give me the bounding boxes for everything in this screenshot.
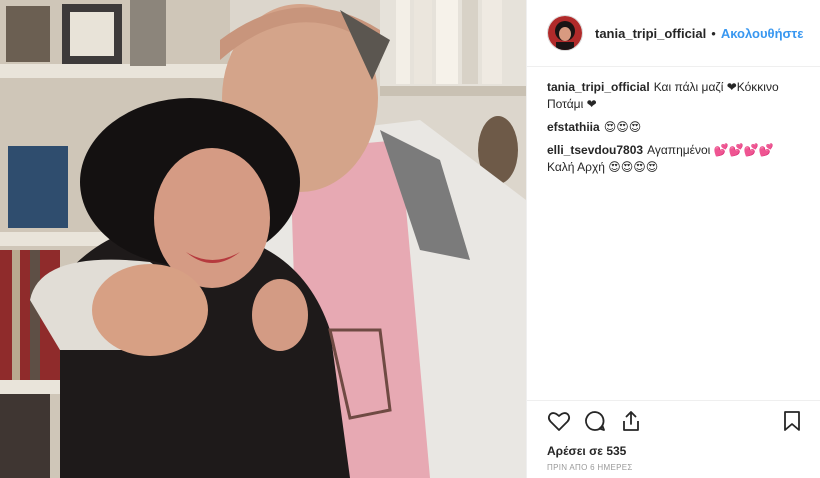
avatar-image bbox=[548, 16, 582, 50]
follow-button[interactable]: Ακολουθήστε bbox=[721, 26, 804, 41]
bookmark-icon[interactable] bbox=[780, 409, 804, 433]
post-timestamp: ΠΡΙΝ ΑΠΟ 6 ΗΜΕΡΕΣ bbox=[547, 463, 633, 472]
comment-icon[interactable] bbox=[583, 409, 607, 433]
comment-username[interactable]: tania_tripi_official bbox=[547, 80, 650, 94]
comment-item: tania_tripi_official Και πάλι μαζί ❤Κόκκι… bbox=[547, 79, 804, 113]
author-avatar[interactable] bbox=[547, 15, 583, 51]
share-icon[interactable] bbox=[619, 409, 643, 433]
post-header: tania_tripi_official • Ακολουθήστε bbox=[527, 0, 820, 67]
action-bar bbox=[527, 400, 820, 441]
heart-icon[interactable] bbox=[547, 409, 571, 433]
post-panel: tania_tripi_official • Ακολουθήστε tania… bbox=[526, 0, 820, 478]
comment-item: efstathiia 😍😍😍 bbox=[547, 119, 804, 136]
likes-count[interactable]: Αρέσει σε 535 bbox=[527, 441, 820, 461]
comments-list: tania_tripi_official Και πάλι μαζί ❤Κόκκι… bbox=[527, 67, 820, 400]
comment-item: elli_tsevdou7803 Αγαπημένοι 💕💕💕💕 Καλή Αρχ… bbox=[547, 142, 804, 176]
comment-username[interactable]: efstathiia bbox=[547, 120, 600, 134]
post-photo-image bbox=[0, 0, 526, 478]
author-username[interactable]: tania_tripi_official bbox=[595, 26, 706, 41]
instagram-post: tania_tripi_official • Ακολουθήστε tania… bbox=[0, 0, 820, 478]
comment-username[interactable]: elli_tsevdou7803 bbox=[547, 143, 643, 157]
comment-text: 😍😍😍 bbox=[603, 120, 642, 134]
post-photo[interactable] bbox=[0, 0, 526, 478]
header-separator: • bbox=[711, 25, 716, 41]
